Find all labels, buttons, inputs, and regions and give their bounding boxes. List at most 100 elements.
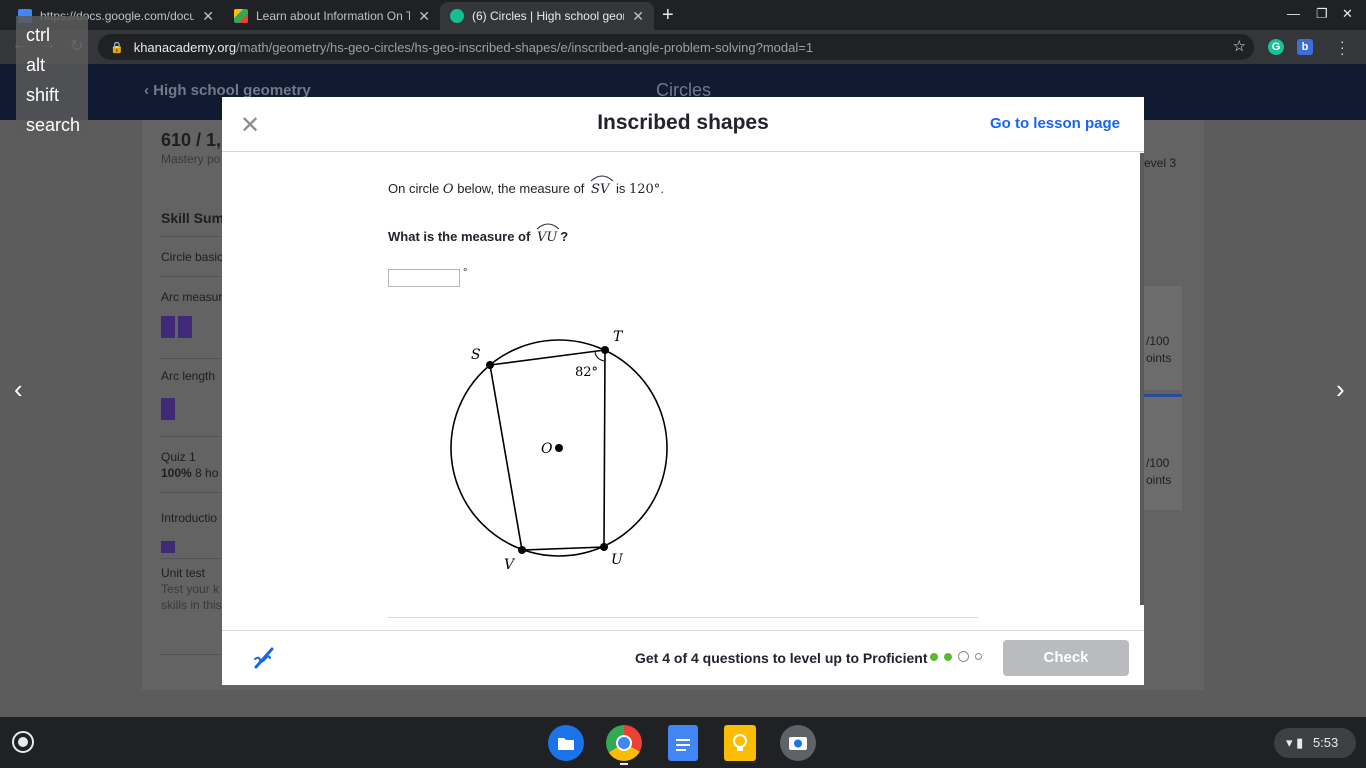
unit-test-title[interactable]: Unit test — [161, 566, 205, 580]
tab-learn-about[interactable]: Learn about Information On The ✕ — [224, 2, 440, 30]
question-area: On circle O below, the measure of SV is … — [222, 153, 1142, 630]
modal-header: ✕ Inscribed shapes Go to lesson page — [222, 97, 1144, 152]
level-label: evel 3 — [1144, 156, 1177, 170]
restore-icon[interactable]: ❐ — [1316, 6, 1328, 22]
lock-icon: 🔒 — [110, 41, 124, 54]
circle-name: O — [442, 182, 454, 197]
docs-icon[interactable] — [668, 725, 698, 761]
points-label: /100 — [1146, 456, 1170, 470]
divider — [160, 492, 222, 493]
quiz-result: 100% 8 ho — [161, 466, 218, 480]
close-window-icon[interactable]: ✕ — [1342, 6, 1353, 22]
center-point — [555, 444, 563, 452]
arc-symbol-icon — [590, 175, 614, 182]
level-up-message: Get 4 of 4 questions to level up to Prof… — [635, 650, 928, 666]
minimize-icon[interactable]: — — [1287, 6, 1300, 21]
progress-dot-current — [958, 651, 969, 662]
angle-label: 82° — [575, 365, 598, 380]
chrome-icon[interactable] — [606, 725, 642, 761]
label-o: O — [541, 441, 553, 457]
answer-input[interactable] — [388, 269, 460, 287]
mastery-bars — [161, 540, 178, 558]
close-tab-icon[interactable]: ✕ — [418, 8, 430, 25]
modal-footer: Get 4 of 4 questions to level up to Prof… — [222, 630, 1144, 685]
circle-figure: S T U V O 82° — [450, 329, 668, 573]
key-alt: alt — [26, 55, 46, 75]
ask-text: What is the measure of — [388, 229, 531, 244]
previous-arrow-icon[interactable]: ‹ — [14, 374, 23, 405]
question-ask: What is the measure of VU ? — [388, 223, 568, 245]
point-t — [601, 346, 609, 354]
point-u — [600, 543, 608, 551]
check-button[interactable]: Check — [1003, 640, 1129, 676]
camera-glyph-icon — [789, 737, 807, 750]
tab-title: Learn about Information On The — [256, 9, 411, 23]
close-tab-icon[interactable]: ✕ — [202, 8, 214, 25]
quiz-title[interactable]: Quiz 1 — [161, 450, 196, 464]
url-path: /math/geometry/hs-geo-circles/hs-geo-ins… — [236, 39, 814, 55]
keyboard-overlay: ctrl alt shift search — [16, 16, 88, 138]
docs-lines-icon — [676, 739, 690, 751]
tab-title: (6) Circles | High school geomet — [472, 9, 624, 23]
tab-strip: https://docs.google.com/docum ✕ Learn ab… — [0, 0, 1366, 30]
point-v — [518, 546, 526, 554]
wifi-icon: ▾ — [1286, 735, 1293, 750]
skill-arc-measure[interactable]: Arc measur — [161, 290, 222, 304]
drive-favicon-icon — [234, 9, 248, 23]
label-s: S — [471, 347, 481, 363]
files-icon[interactable] — [548, 725, 584, 761]
points-card — [1142, 394, 1182, 510]
points-label: oints — [1146, 473, 1172, 487]
points-label: oints — [1146, 351, 1172, 365]
bookmark-star-icon[interactable]: ☆ — [1233, 37, 1246, 55]
tab-khan-circles[interactable]: (6) Circles | High school geomet ✕ — [440, 2, 654, 30]
next-arrow-icon[interactable]: › — [1336, 374, 1345, 405]
given-arc: SV — [590, 175, 614, 197]
close-tab-icon[interactable]: ✕ — [632, 8, 644, 25]
url-host: khanacademy.org — [133, 39, 237, 55]
mastery-label: Mastery po — [161, 152, 221, 166]
grammarly-icon[interactable]: G — [1268, 39, 1284, 55]
divider — [160, 236, 222, 237]
divider — [388, 617, 978, 618]
unit-test-desc: skills in this — [161, 598, 222, 612]
keep-icon[interactable] — [724, 725, 756, 761]
divider — [160, 436, 222, 437]
go-to-lesson-link[interactable]: Go to lesson page — [990, 115, 1120, 132]
skill-circle-basics[interactable]: Circle basic — [161, 250, 223, 264]
introduction-item[interactable]: Introductio — [161, 511, 217, 525]
prompt-text: On circle — [388, 181, 440, 196]
divider — [160, 654, 222, 655]
prompt-text: below, the measure of — [457, 181, 585, 196]
extension-icon[interactable]: b — [1297, 39, 1313, 55]
scrollbar[interactable] — [1140, 153, 1144, 605]
arc-symbol-icon — [536, 223, 560, 230]
divider — [160, 276, 222, 277]
status-tray[interactable]: ▾ ▮ 5:53 — [1274, 728, 1356, 758]
clock: 5:53 — [1312, 735, 1339, 750]
key-search: search — [26, 115, 81, 135]
folder-glyph-icon — [558, 738, 574, 750]
os-shelf: ▾ ▮ 5:53 — [0, 717, 1366, 768]
camera-icon[interactable] — [780, 725, 816, 761]
prompt-text: . — [660, 181, 664, 196]
angle-mark — [594, 351, 605, 362]
degree-unit: ° — [463, 267, 468, 279]
khan-favicon-icon — [450, 9, 464, 23]
asked-arc: VU — [536, 223, 560, 245]
skill-arc-length[interactable]: Arc length — [161, 369, 215, 383]
address-bar[interactable]: 🔒 khanacademy.org/math/geometry/hs-geo-c… — [98, 34, 1254, 60]
label-t: T — [613, 329, 624, 345]
active-app-indicator — [620, 763, 628, 765]
progress-dots — [930, 651, 988, 662]
battery-icon: ▮ — [1296, 735, 1304, 750]
divider — [160, 558, 222, 559]
new-tab-icon[interactable]: + — [662, 4, 674, 27]
mastery-bars — [161, 316, 195, 343]
launcher-icon[interactable] — [12, 731, 34, 753]
menu-icon[interactable]: · · · — [1340, 34, 1345, 60]
label-v: V — [504, 557, 516, 573]
key-shift: shift — [26, 85, 60, 105]
scratchpad-icon[interactable] — [252, 645, 276, 671]
progress-dot-done — [930, 652, 938, 661]
